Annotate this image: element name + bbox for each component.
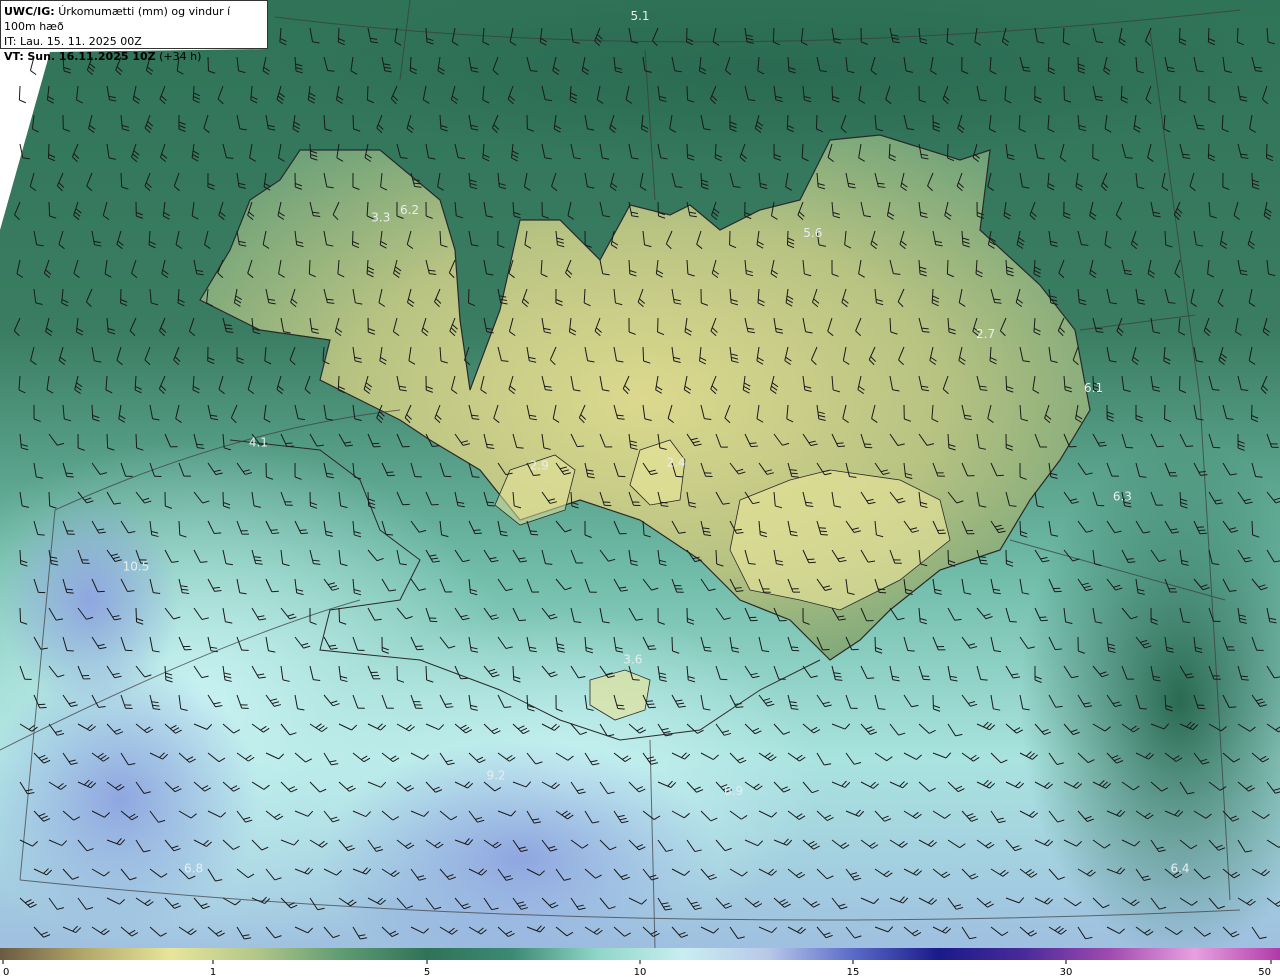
map-value-label: 3.6 [623, 652, 642, 666]
map-value-label: 4.1 [249, 435, 268, 449]
heavy-zone-sw [0, 490, 180, 710]
map-value-label: 6.1 [1084, 381, 1103, 395]
map-value-label: 6.8 [184, 862, 203, 876]
colorbar-tick-label: 50 [1258, 967, 1271, 978]
map-value-label: 2.9 [530, 459, 549, 473]
map-value-label: 2.7 [976, 327, 995, 341]
map-value-label: 9.2 [486, 769, 505, 783]
colorbar-tick-label: 15 [847, 967, 860, 978]
colorbar-bar [0, 948, 1280, 960]
colorbar-tick-label: 5 [424, 967, 430, 978]
valid-time-label: VT: [4, 50, 24, 63]
title-line: UWC/IG: Úrkomumætti (mm) og vindur í 100… [4, 4, 264, 34]
lead-time: (+34 h) [159, 50, 202, 63]
valid-time-line: VT: Sun. 16.11.2025 10Z (+34 h) [4, 49, 264, 64]
colorbar: 0 1 5 10 15 30 50 [0, 948, 1280, 978]
map-value-label: 5.1 [630, 9, 649, 23]
colorbar-tick-label: 10 [634, 967, 647, 978]
map-value-label: 6.9 [724, 784, 743, 798]
map-value-label: 5.6 [803, 226, 822, 240]
colorbar-ticks: 0 1 5 10 15 30 50 [2, 960, 1272, 978]
colorbar-tick-label: 1 [210, 967, 216, 978]
colorbar-tick-label: 0 [3, 967, 9, 978]
valid-time: Sun. 16.11.2025 10Z [27, 50, 156, 63]
precipitation-map: 5.1 6.2 3.3 5.6 2.7 6.1 4.1 2.9 2.4 6.3 10.5 3.6 9.2… [0, 0, 1280, 948]
map-info-box: UWC/IG: Úrkomumætti (mm) og vindur í 100… [0, 0, 268, 63]
initial-time: IT: Lau. 15. 11. 2025 00Z [4, 35, 142, 48]
colorbar-tick-label: 30 [1060, 967, 1073, 978]
map-value-label: 2.4 [666, 455, 685, 469]
map-value-label: 6.4 [1170, 862, 1189, 876]
map-value-label: 10.5 [123, 559, 150, 573]
map-value-label: 3.3 [371, 211, 390, 225]
map-value-label: 6.3 [1113, 490, 1132, 504]
model-label: UWC/IG: [4, 5, 55, 18]
map-value-label: 6.2 [400, 203, 419, 217]
